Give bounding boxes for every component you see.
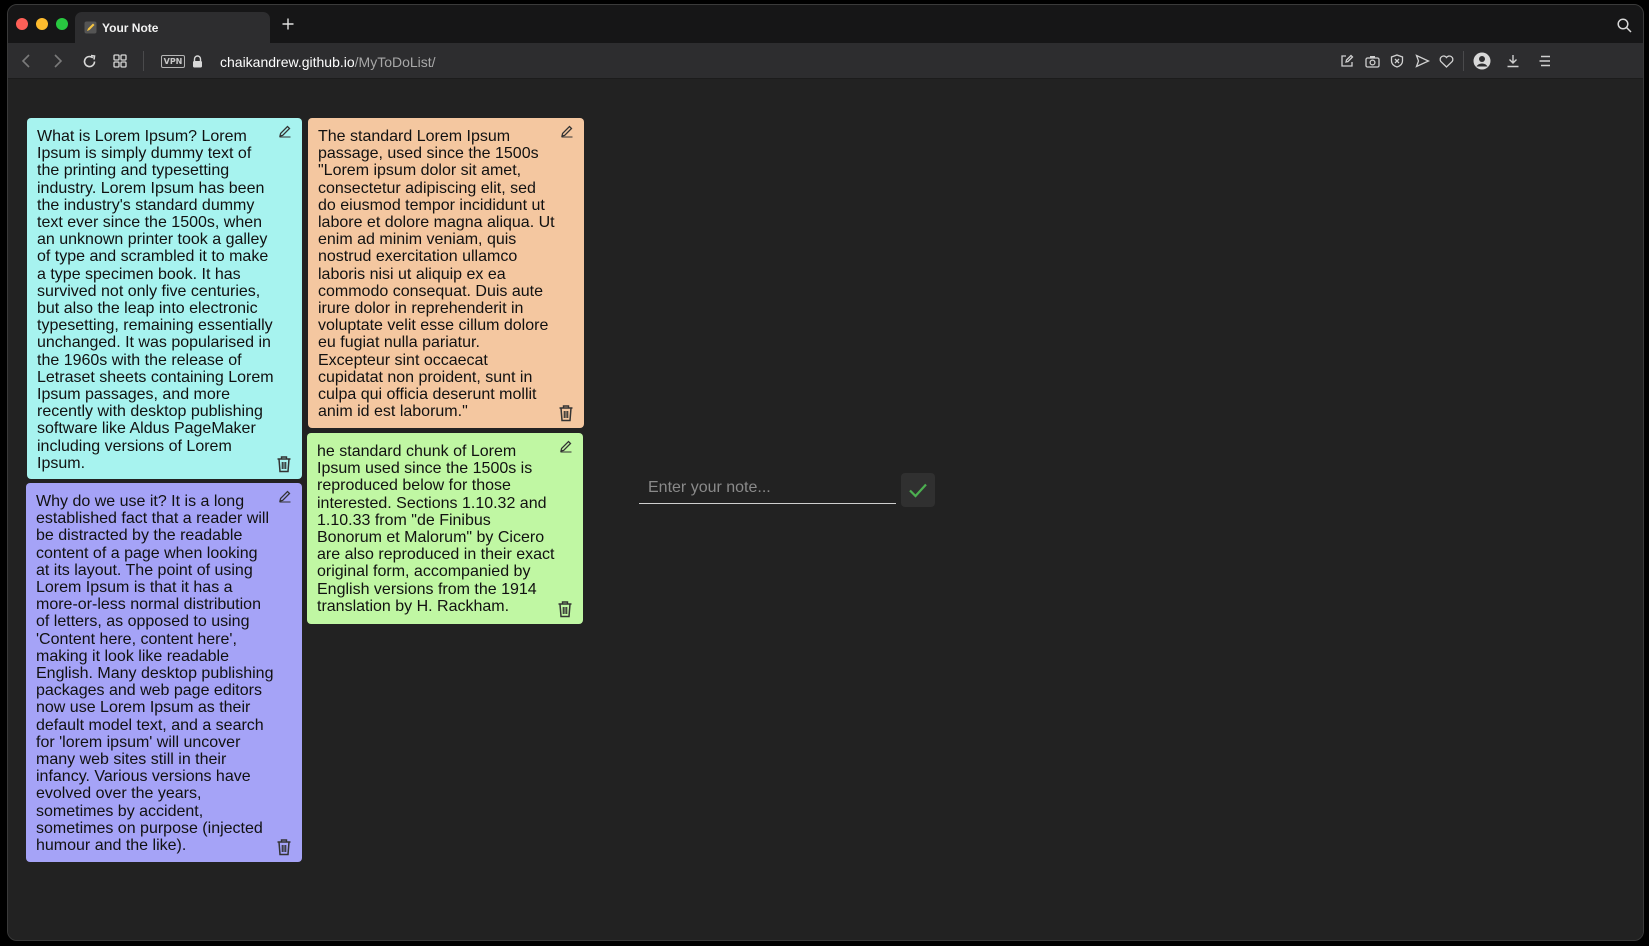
note-text: What is Lorem Ipsum? Lorem Ipsum is simp… (37, 128, 274, 472)
note-text: Why do we use it? It is a long establish… (36, 493, 274, 855)
note-card: Why do we use it? It is a long establish… (26, 483, 302, 862)
download-icon (1507, 55, 1519, 68)
downloads-button[interactable] (1503, 51, 1523, 71)
avatar-icon (1473, 52, 1491, 70)
forward-button[interactable] (48, 51, 68, 71)
lock-icon[interactable] (187, 51, 207, 71)
camera-icon (1364, 55, 1380, 68)
note-card: What is Lorem Ipsum? Lorem Ipsum is simp… (27, 118, 302, 479)
shield-x-icon (1390, 54, 1404, 68)
tabs-overview-button[interactable] (110, 51, 130, 71)
edit-icon[interactable] (278, 124, 292, 138)
trash-icon[interactable] (276, 838, 292, 856)
trash-icon[interactable] (558, 404, 574, 422)
browser-toolbar: VPN chaikandrew.github.io/MyToDoList/ (8, 43, 1643, 79)
profile-button[interactable] (1472, 51, 1492, 71)
toolbar-divider (1463, 51, 1464, 71)
close-window-button[interactable] (16, 18, 28, 30)
chevron-right-icon (54, 54, 63, 68)
page-content: What is Lorem Ipsum? Lorem Ipsum is simp… (8, 80, 1643, 940)
reload-button[interactable] (79, 51, 99, 71)
chevron-left-icon (21, 54, 30, 68)
checkmark-icon (909, 483, 927, 498)
screenshot-button[interactable] (1362, 51, 1382, 71)
heart-icon (1439, 54, 1453, 68)
edit-icon[interactable] (278, 489, 292, 503)
favorite-button[interactable] (1436, 51, 1456, 71)
grid-icon (113, 54, 127, 68)
address-bar[interactable]: chaikandrew.github.io/MyToDoList/ (220, 53, 436, 71)
trash-icon[interactable] (276, 455, 292, 473)
plus-icon (282, 18, 294, 30)
new-tab-button[interactable] (278, 14, 298, 34)
add-note-button[interactable] (901, 473, 935, 507)
edit-page-button[interactable] (1337, 51, 1357, 71)
back-button[interactable] (16, 51, 36, 71)
menu-button[interactable] (1535, 51, 1555, 71)
send-icon (1414, 54, 1430, 68)
minimize-window-button[interactable] (36, 18, 48, 30)
vpn-badge[interactable]: VPN (161, 55, 185, 68)
edit-icon[interactable] (560, 124, 574, 138)
tab-title: Your Note (102, 20, 159, 35)
maximize-window-button[interactable] (56, 18, 68, 30)
browser-window: Your Note VPN chaikandrew.github.io/MyTo… (7, 4, 1644, 941)
note-form (639, 473, 935, 507)
reload-icon (83, 54, 95, 67)
tab-search-button[interactable] (1615, 16, 1633, 34)
note-input[interactable] (639, 473, 896, 504)
toolbar-divider (143, 51, 144, 71)
pencil-favicon-icon (84, 21, 97, 34)
tab-your-note[interactable]: Your Note (75, 12, 270, 43)
block-button[interactable] (1387, 51, 1407, 71)
menu-icon (1539, 55, 1550, 67)
trash-icon[interactable] (557, 600, 573, 618)
edit-icon[interactable] (559, 439, 573, 453)
note-card: he standard chunk of Lorem Ipsum used si… (307, 433, 583, 624)
url-path: /MyToDoList/ (354, 54, 436, 70)
note-text: The standard Lorem Ipsum passage, used s… (318, 128, 555, 421)
search-icon (1616, 17, 1632, 33)
edit-square-icon (1341, 54, 1354, 67)
send-button[interactable] (1412, 51, 1432, 71)
note-text: he standard chunk of Lorem Ipsum used si… (317, 443, 555, 615)
note-card: The standard Lorem Ipsum passage, used s… (308, 118, 584, 428)
tab-strip: Your Note (8, 5, 1643, 43)
url-host: chaikandrew.github.io (220, 54, 355, 70)
